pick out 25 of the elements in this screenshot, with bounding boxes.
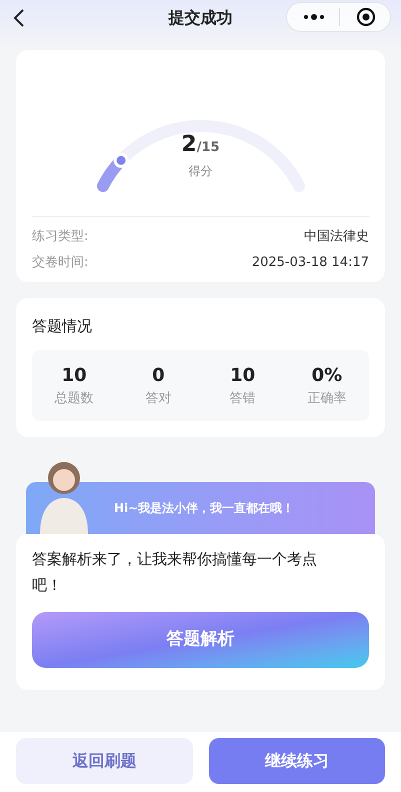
answer-analysis-button[interactable]: 答题解析: [32, 612, 369, 668]
footer-button[interactable]: 返回刷题: [16, 738, 192, 784]
assistant-message: 答案解析来了，让我来帮你搞懂每一个考点吧！: [32, 548, 318, 596]
detail-value: 中国法律史: [304, 228, 369, 246]
stat-value: 10: [230, 364, 256, 388]
summary-title: 答题情况: [32, 317, 92, 335]
greeting-text: Hi~我是法小伴，我一直都在哦！: [114, 500, 294, 516]
page-title: 提交成功: [168, 7, 232, 29]
stat-value: 10: [62, 364, 87, 388]
stat-label: 答对: [145, 390, 172, 408]
detail-label: 练习类型:: [32, 228, 88, 246]
score-total: /15: [196, 139, 220, 157]
stat-label: 总题数: [54, 390, 94, 408]
stat-label: 正确率: [307, 390, 346, 408]
back-icon[interactable]: [12, 8, 26, 28]
detail-value: 2025-03-18 14:17: [252, 254, 369, 272]
footer-button[interactable]: 继续练习: [208, 738, 385, 784]
score-value: 2: [181, 134, 197, 156]
more-icon[interactable]: [303, 14, 325, 20]
gauge-thumb: [113, 152, 128, 168]
stat-value: 0: [152, 364, 165, 388]
stat-label: 答错: [230, 390, 256, 408]
score-label: 得分: [188, 162, 212, 180]
detail-label: 交卷时间:: [32, 254, 88, 272]
stat-value: 0%: [312, 364, 342, 388]
